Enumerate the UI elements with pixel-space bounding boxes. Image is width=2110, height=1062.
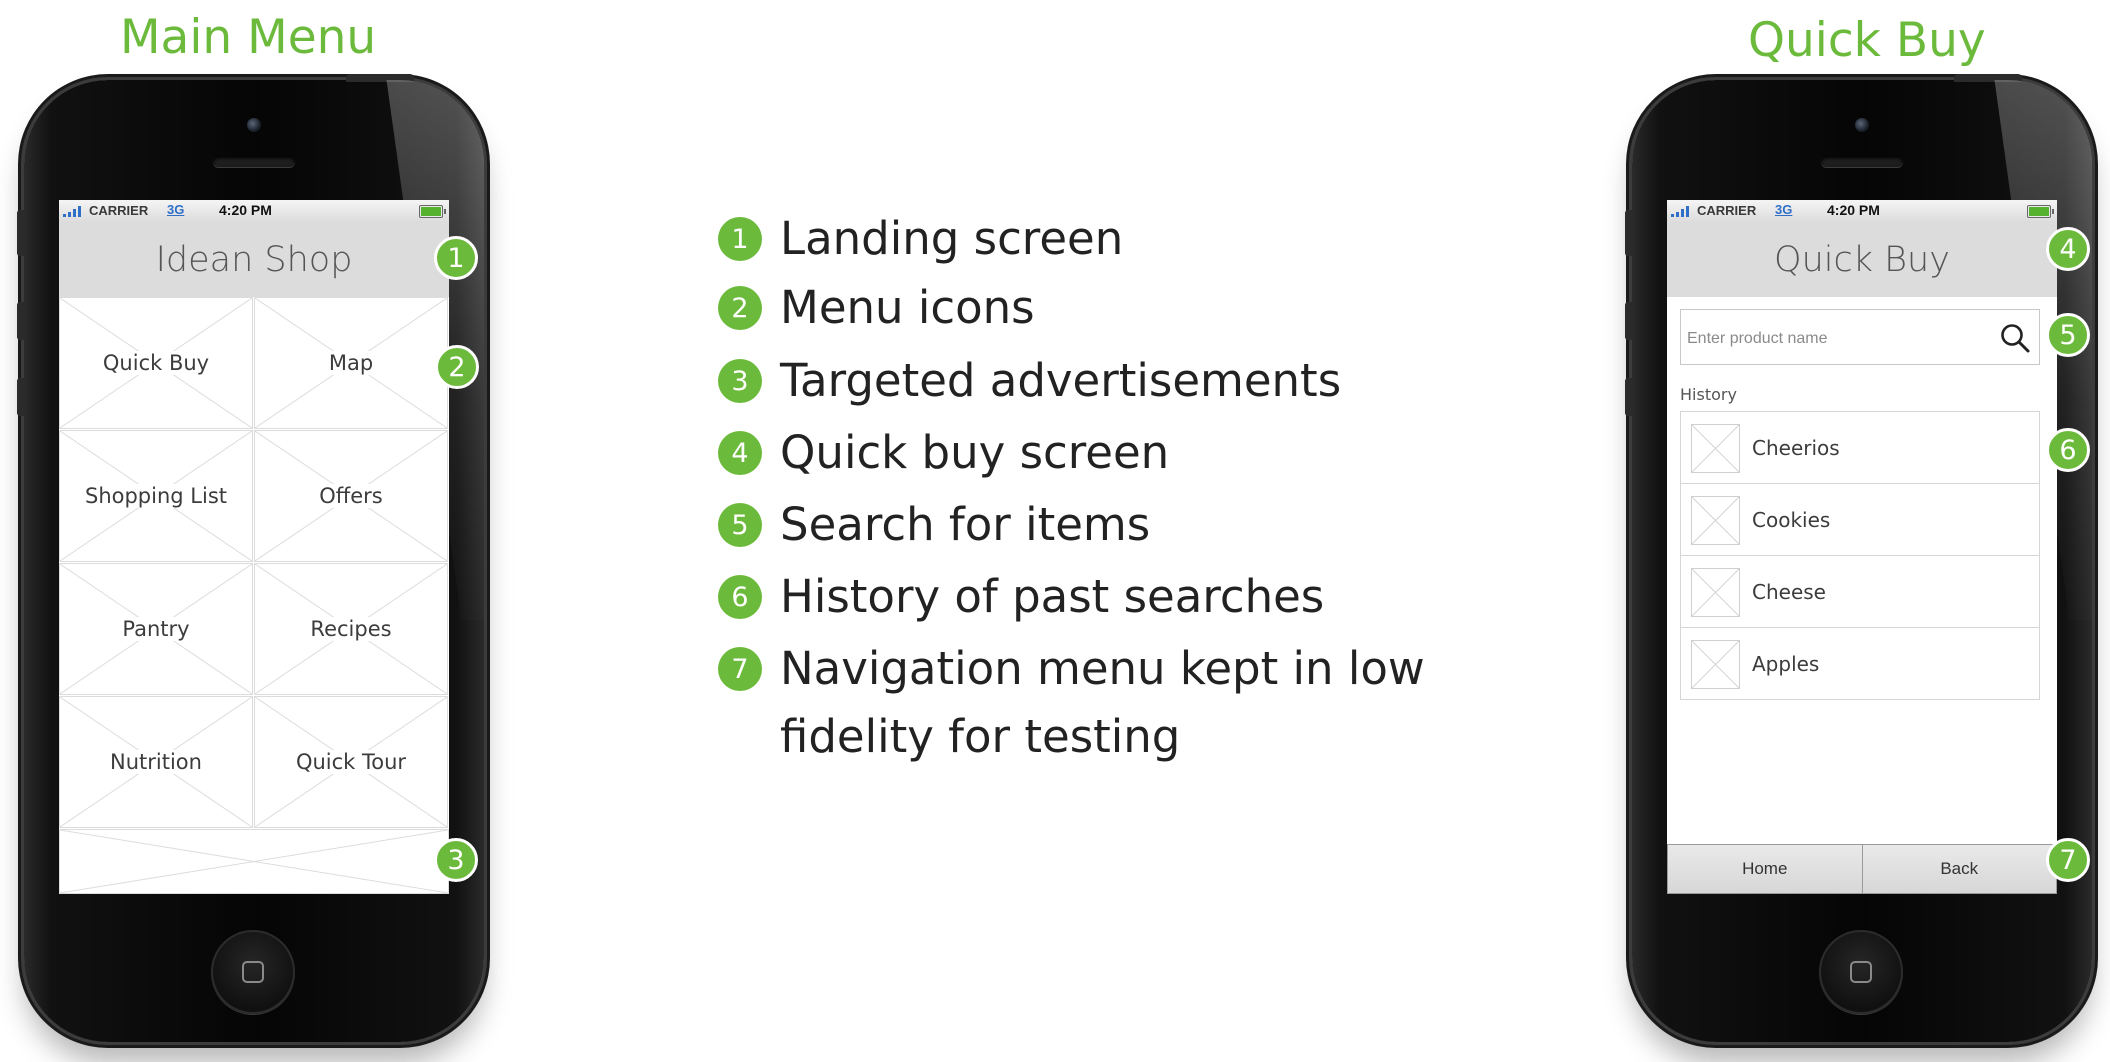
status-time: 4:20 PM: [1827, 202, 1880, 218]
history-label: History: [1680, 385, 1737, 404]
marker-5: 5: [2046, 313, 2090, 357]
phone-quick-buy: CARRIER 3G 4:20 PM Quick Buy History Che…: [1625, 74, 2092, 1042]
home-nav-button[interactable]: Home: [1667, 844, 1863, 894]
legend-number: 5: [718, 503, 762, 547]
home-button[interactable]: [211, 930, 295, 1014]
menu-item-label: Pantry: [120, 617, 192, 641]
legend-number: 7: [718, 647, 762, 691]
legend-number: 6: [718, 575, 762, 619]
history-item-name: Cookies: [1752, 508, 1831, 532]
search-input[interactable]: [1685, 324, 1989, 354]
history-item-name: Cheese: [1752, 580, 1826, 604]
carrier-label: CARRIER: [89, 203, 149, 218]
history-item-name: Cheerios: [1752, 436, 1840, 460]
network-label: 3G: [1775, 202, 1793, 217]
product-image-placeholder: [1691, 640, 1740, 689]
product-image-placeholder: [1691, 424, 1740, 473]
app-title: Idean Shop: [155, 239, 353, 280]
status-time: 4:20 PM: [219, 202, 272, 218]
quick-buy-screen: CARRIER 3G 4:20 PM Quick Buy History Che…: [1667, 200, 2057, 894]
history-list: Cheerios Cookies Cheese Apples: [1680, 411, 2040, 700]
menu-item-nutrition[interactable]: Nutrition: [59, 696, 253, 828]
speaker-grille: [213, 156, 295, 167]
camera-icon: [247, 118, 261, 132]
volume-down-button: [17, 378, 24, 416]
legend-number: 4: [718, 431, 762, 475]
app-header: Idean Shop: [59, 222, 449, 297]
volume-down-button: [1625, 378, 1632, 416]
network-label: 3G: [167, 202, 185, 217]
menu-item-label: Offers: [317, 484, 385, 508]
home-button-icon: [242, 961, 264, 983]
speaker-grille: [1821, 156, 1903, 167]
marker-3: 3: [434, 838, 478, 882]
legend-text: Quick buy screen: [780, 426, 1170, 479]
menu-item-offers[interactable]: Offers: [254, 430, 448, 562]
back-nav-button[interactable]: Back: [1862, 844, 2057, 894]
signal-icon: [63, 205, 85, 217]
app-title: Quick Buy: [1774, 239, 1950, 280]
bottom-nav: Home Back: [1667, 844, 2057, 894]
legend-text-continued: fidelity for testing: [780, 710, 1181, 763]
menu-item-label: Map: [326, 351, 376, 375]
marker-7: 7: [2046, 838, 2090, 882]
marker-4: 4: [2046, 227, 2090, 271]
status-bar: CARRIER 3G 4:20 PM: [59, 200, 449, 223]
menu-item-label: Quick Tour: [293, 750, 409, 774]
menu-item-recipes[interactable]: Recipes: [254, 563, 448, 695]
legend-number: 1: [718, 217, 762, 261]
camera-icon: [1855, 118, 1869, 132]
legend-text: Targeted advertisements: [780, 354, 1342, 407]
history-item-name: Apples: [1752, 652, 1820, 676]
legend-number: 2: [718, 286, 762, 330]
menu-item-label: Quick Buy: [100, 351, 212, 375]
menu-item-label: Nutrition: [108, 750, 204, 774]
marker-1: 1: [434, 236, 478, 280]
menu-item-map[interactable]: Map: [254, 297, 448, 429]
legend-number: 3: [718, 359, 762, 403]
legend-text: Search for items: [780, 498, 1151, 551]
main-menu-title: Main Menu: [120, 10, 377, 65]
search-icon[interactable]: [1999, 322, 2031, 354]
home-button-icon: [1850, 961, 1872, 983]
app-header: Quick Buy: [1667, 222, 2057, 297]
product-image-placeholder: [1691, 568, 1740, 617]
menu-grid: Quick Buy Map Shopping List Offers Pantr…: [59, 297, 449, 829]
legend-text: Landing screen: [780, 212, 1124, 265]
menu-item-pantry[interactable]: Pantry: [59, 563, 253, 695]
marker-2: 2: [435, 345, 479, 389]
battery-icon: [2027, 205, 2054, 218]
menu-item-quick-tour[interactable]: Quick Tour: [254, 696, 448, 828]
volume-up-button: [1625, 302, 1632, 340]
history-item[interactable]: Cheese: [1680, 555, 2040, 628]
menu-item-quick-buy[interactable]: Quick Buy: [59, 297, 253, 429]
mute-switch: [17, 210, 24, 256]
menu-item-label: Recipes: [308, 617, 394, 641]
main-menu-screen: CARRIER 3G 4:20 PM Idean Shop Quick Buy …: [59, 200, 449, 894]
volume-up-button: [17, 302, 24, 340]
menu-item-shopping-list[interactable]: Shopping List: [59, 430, 253, 562]
ad-banner[interactable]: [59, 829, 449, 894]
legend-text: Menu icons: [780, 281, 1035, 334]
status-bar: CARRIER 3G 4:20 PM: [1667, 200, 2057, 223]
carrier-label: CARRIER: [1697, 203, 1757, 218]
quick-buy-title: Quick Buy: [1748, 13, 1986, 68]
battery-icon: [419, 205, 446, 218]
history-item[interactable]: Cookies: [1680, 483, 2040, 556]
product-image-placeholder: [1691, 496, 1740, 545]
mute-switch: [1625, 210, 1632, 256]
history-item[interactable]: Apples: [1680, 627, 2040, 700]
marker-6: 6: [2046, 428, 2090, 472]
phone-main-menu: CARRIER 3G 4:20 PM Idean Shop Quick Buy …: [17, 74, 484, 1042]
home-button[interactable]: [1819, 930, 1903, 1014]
history-item[interactable]: Cheerios: [1680, 411, 2040, 484]
signal-icon: [1671, 205, 1693, 217]
search-box: [1680, 309, 2040, 365]
legend-text: History of past searches: [780, 570, 1325, 623]
menu-item-label: Shopping List: [82, 484, 229, 508]
legend-text: Navigation menu kept in low: [780, 642, 1425, 695]
